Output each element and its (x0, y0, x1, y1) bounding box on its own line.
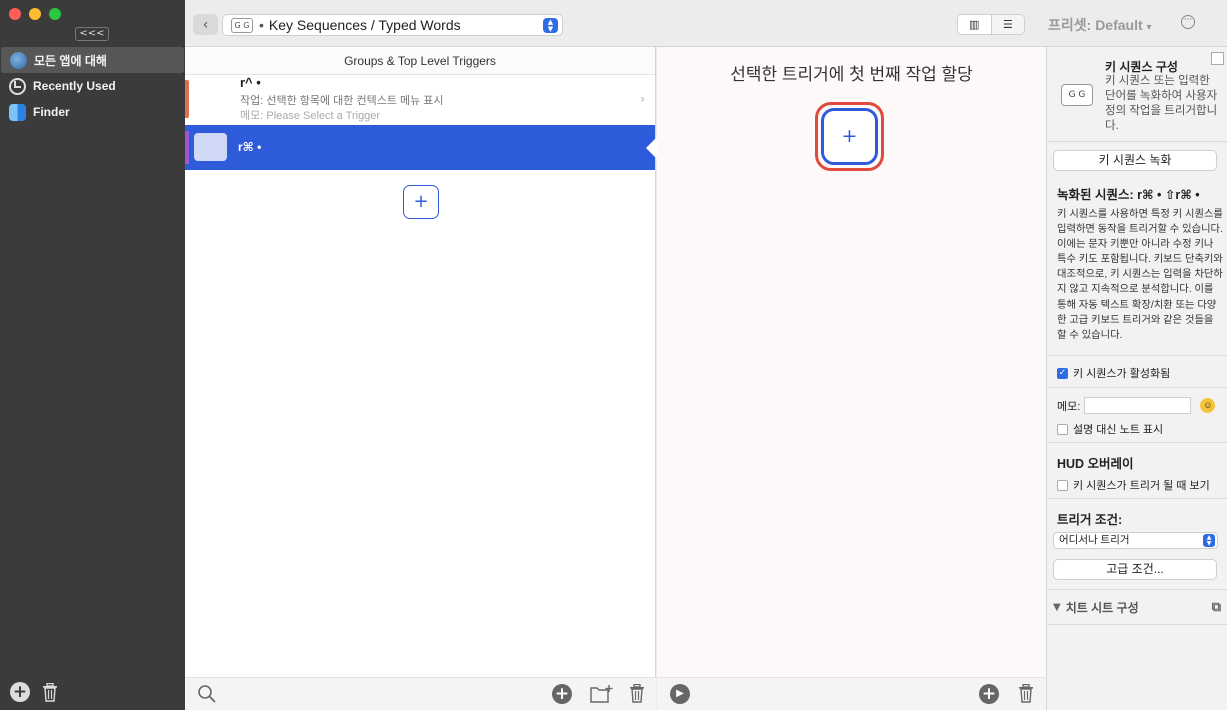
trigger-thumbnail (194, 133, 227, 161)
divider (1047, 624, 1227, 625)
actions-header: 선택한 트리거에 첫 번째 작업 할당 (730, 65, 973, 84)
columns-view-icon[interactable]: ▥ (958, 15, 992, 34)
trigger-memo-text: 메모: Please Select a Trigger (240, 110, 381, 122)
search-icon[interactable] (197, 684, 217, 707)
chevron-right-icon: › (640, 92, 645, 106)
record-sequence-button[interactable]: 키 시퀀스 녹화 (1053, 150, 1217, 171)
inspector-title: 키 시퀀스 구성 (1105, 60, 1178, 74)
key-sequence-explanation: 키 시퀀스를 사용하면 특정 키 시퀀스를 입력하면 동작을 트리거할 수 있습… (1057, 209, 1223, 341)
divider (1047, 589, 1227, 590)
close-window-button[interactable] (9, 8, 21, 20)
trigger-conditions-title: 트리거 조건: (1057, 513, 1123, 527)
more-options-icon[interactable]: ··· (1181, 15, 1195, 29)
toolbar: ‹ G G • Key Sequences / Typed Words ▲ ▼ ▥… (185, 0, 1227, 47)
app-sidebar: <<< 모든 앱에 대해 Recently Used Finder + (0, 0, 185, 710)
add-action-bottom-button[interactable]: + (979, 684, 999, 704)
trigger-condition-value: 어디서나 트리거 (1059, 534, 1130, 546)
chevron-left-icon: ‹ (202, 16, 209, 33)
selection-pointer (646, 137, 657, 159)
show-note-label: 설명 대신 노트 표시 (1073, 424, 1164, 436)
trigger-row-selected[interactable]: r⌘ • (185, 125, 655, 170)
zoom-window-button[interactable] (49, 8, 61, 20)
sidebar-item-label: Finder (33, 105, 70, 119)
actions-panel: 선택한 트리거에 첫 번째 작업 할당 + (657, 47, 1046, 677)
add-trigger-button[interactable]: + (403, 185, 439, 219)
sidebar-bottom-bar: + (10, 682, 58, 702)
advanced-conditions-button[interactable]: 고급 조건... (1053, 559, 1217, 580)
trash-icon[interactable] (1018, 683, 1034, 706)
sidebar-item-label: 모든 앱에 대해 (34, 53, 107, 68)
inspector-panel: G G 키 시퀀스 구성 키 시퀀스 또는 입력한 단어를 녹화하여 사용자 정… (1046, 47, 1227, 710)
recorded-sequence-label: 녹화된 시퀀스: r⌘ • ⇧r⌘ • (1057, 188, 1200, 202)
key-sequence-icon: G G (231, 17, 253, 33)
bullet-icon: • (259, 17, 264, 33)
triggers-panel: Groups & Top Level Triggers r^ • 작업: 선택한… (185, 47, 656, 677)
minimize-window-button[interactable] (29, 8, 41, 20)
trigger-title: r^ • (240, 75, 261, 90)
row-color-marker (185, 80, 189, 118)
divider (1047, 387, 1227, 388)
cheatsheet-section[interactable]: ▼ 치트 시트 구성 ⧉ (1053, 599, 1221, 616)
trash-icon[interactable] (42, 682, 58, 702)
memo-input[interactable] (1084, 397, 1192, 414)
copy-icon[interactable]: ⧉ (1212, 600, 1221, 615)
hud-option-row[interactable]: 키 시퀀스가 트리거 될 때 보기 (1057, 477, 1210, 493)
trigger-condition-select[interactable]: 어디서나 트리거 ▲ ▼ (1053, 532, 1218, 549)
updown-arrows-icon: ▲ ▼ (1203, 534, 1215, 547)
add-action-button[interactable]: + (821, 108, 878, 165)
divider (1047, 442, 1227, 443)
chevron-down-icon: ▾ (1146, 22, 1152, 33)
highlight-ring: + (815, 102, 884, 171)
view-mode-toggle: ▥ ☰ (957, 14, 1025, 35)
trigger-title: r⌘ • (238, 140, 262, 154)
hud-option-checkbox[interactable] (1057, 479, 1068, 491)
window-controls (9, 8, 61, 20)
memo-row: 메모: ☺ (1057, 397, 1216, 414)
expand-checkbox[interactable] (1211, 52, 1224, 65)
triggers-bottom-bar: + (185, 677, 656, 710)
triggers-header: Groups & Top Level Triggers (185, 47, 655, 75)
sidebar-item-label: Recently Used (33, 79, 116, 93)
hud-title: HUD 오버레이 (1057, 457, 1134, 471)
row-color-marker (185, 131, 189, 164)
preset-label: 프리셋: Default (1048, 17, 1143, 33)
memo-label: 메모: (1057, 400, 1081, 413)
trigger-type-select[interactable]: G G • Key Sequences / Typed Words ▲ ▼ (222, 14, 563, 36)
back-button[interactable]: ‹ (193, 14, 218, 35)
trigger-type-label: Key Sequences / Typed Words (268, 17, 461, 33)
inspector-header: G G 키 시퀀스 구성 키 시퀀스 또는 입력한 단어를 녹화하여 사용자 정… (1047, 47, 1227, 142)
updown-arrows-icon: ▲ ▼ (543, 18, 558, 33)
app-list: 모든 앱에 대해 Recently Used Finder (0, 47, 185, 125)
globe-icon (10, 51, 27, 69)
emoji-picker-icon[interactable]: ☺ (1200, 398, 1216, 413)
chevron-down-icon: ▼ (1053, 602, 1061, 613)
add-trigger-bottom-button[interactable]: + (552, 684, 572, 704)
play-icon[interactable]: ▶ (670, 684, 690, 704)
new-folder-icon[interactable] (590, 684, 613, 707)
preset-selector[interactable]: 프리셋: Default ▾ (1048, 15, 1152, 35)
trigger-row[interactable]: r^ • 작업: 선택한 항목에 대한 컨텍스트 메뉴 표시 메모: Pleas… (185, 75, 655, 125)
enabled-label: 키 시퀀스가 활성화됨 (1073, 368, 1171, 380)
inspector-description: 키 시퀀스 또는 입력한 단어를 녹화하여 사용자 정의 작업을 트리거합니다. (1105, 75, 1218, 132)
enabled-checkbox-row[interactable]: ✓ 키 시퀀스가 활성화됨 (1057, 365, 1170, 381)
show-note-row[interactable]: 설명 대신 노트 표시 (1057, 421, 1163, 437)
hud-option-label: 키 시퀀스가 트리거 될 때 보기 (1073, 480, 1210, 492)
enabled-checkbox[interactable]: ✓ (1057, 367, 1068, 379)
actions-bottom-bar: ▶ + (657, 677, 1046, 710)
cheatsheet-label: 치트 시트 구성 (1065, 601, 1139, 615)
show-note-checkbox[interactable] (1057, 423, 1068, 435)
trigger-action-text: 작업: 선택한 항목에 대한 컨텍스트 메뉴 표시 (240, 95, 444, 107)
sidebar-item-finder[interactable]: Finder (0, 99, 185, 125)
divider (1047, 498, 1227, 499)
clock-icon (9, 77, 26, 95)
trash-icon[interactable] (629, 683, 645, 706)
list-view-icon[interactable]: ☰ (991, 15, 1024, 34)
finder-icon (9, 103, 26, 121)
divider (1047, 355, 1227, 356)
sidebar-item-recently-used[interactable]: Recently Used (0, 73, 185, 99)
collapse-sidebar-button[interactable]: <<< (75, 27, 109, 41)
add-app-button[interactable]: + (10, 682, 30, 702)
key-sequence-icon: G G (1061, 84, 1093, 106)
sidebar-item-all-apps[interactable]: 모든 앱에 대해 (1, 47, 184, 73)
